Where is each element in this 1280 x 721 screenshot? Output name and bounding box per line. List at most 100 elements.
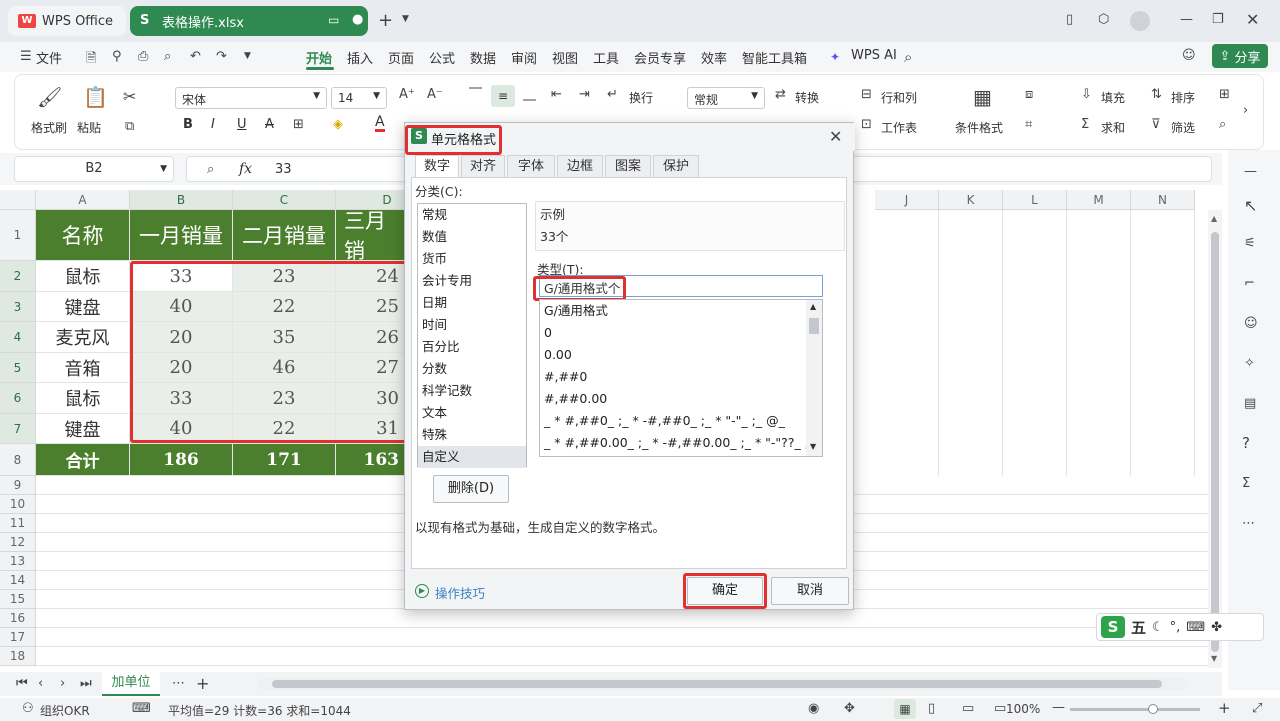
page-break-icon[interactable]: ▭ [962,701,974,716]
navigate-icon[interactable]: ✥ [844,701,855,716]
name-cell[interactable]: 麦克风 [36,322,130,353]
format-painter-button[interactable]: 格式刷 [31,119,67,136]
border-icon[interactable]: ⊞ [293,117,304,132]
row-header[interactable]: 15 [0,590,36,609]
header-cell[interactable]: 一月销量 [130,210,233,261]
row-header[interactable]: 2 [0,261,36,292]
zoom-out-icon[interactable]: — [1052,700,1065,715]
category-item[interactable]: 会计专用 [418,270,526,292]
column-header[interactable]: M [1067,190,1131,210]
increase-font-icon[interactable]: A⁺ [399,87,415,102]
keyboard-icon[interactable]: ⌨ [1186,620,1205,635]
filter-button[interactable]: 筛选 [1171,119,1195,136]
search-icon[interactable]: ⌕ [904,48,912,66]
category-item[interactable]: 科学记数 [418,380,526,402]
undo-icon[interactable]: ↶ [190,49,201,64]
tab-page[interactable]: 页面 [388,48,414,67]
select-all-corner[interactable] [0,190,36,210]
tab-display-icon[interactable]: ▭ [328,13,339,27]
column-header[interactable]: N [1131,190,1195,210]
column-header[interactable]: B [130,190,233,210]
row-header[interactable]: 14 [0,571,36,590]
sheet-tab-active[interactable]: 加单位 [102,672,160,696]
fill-icon[interactable]: ⇩ [1081,87,1092,102]
zoom-icon[interactable]: ⌕ [207,162,214,177]
cut-icon[interactable]: ✂ [123,87,136,106]
category-list[interactable]: 常规 数值 货币 会计专用 日期 时间 百分比 分数 科学记数 文本 特殊 自定义 [417,203,527,468]
ime-mode-label[interactable]: 五 [1131,617,1146,638]
zoom-level[interactable]: 100% [1006,702,1040,716]
category-item[interactable]: 货币 [418,248,526,270]
font-size-select[interactable]: 14 ▼ [331,87,387,109]
worksheet-button[interactable]: 工作表 [881,119,917,136]
wps-ai-icon[interactable]: ✦ [830,50,840,64]
column-header[interactable]: C [233,190,336,210]
macro-icon[interactable]: ⌨ [132,701,151,716]
org-okr-link[interactable]: 组织OKR [40,702,90,719]
more-chevron-icon[interactable]: ▼ [244,51,251,61]
tab-tools[interactable]: 工具 [593,48,619,67]
row-header[interactable]: 17 [0,628,36,647]
format-item[interactable]: 0 [540,322,806,344]
convert-button[interactable]: 转换 [795,89,819,106]
align-bottom-icon[interactable]: ⎽ [523,87,536,102]
row-header[interactable]: 13 [0,552,36,571]
format-item[interactable]: _ * #,##0_ ;_ * -#,##0_ ;_ * "-"_ ;_ @_ [540,410,806,432]
format-list-thumb[interactable] [809,318,819,334]
rows-cols-button[interactable]: 行和列 [881,89,917,106]
scrollbar-thumb[interactable] [1211,232,1219,652]
header-cell[interactable]: 三月销 [336,210,406,261]
layout-icon[interactable]: ▯ [1066,12,1073,27]
share-button[interactable]: ⇪ 分享 [1212,44,1268,68]
category-item[interactable]: 时间 [418,314,526,336]
print-icon[interactable]: ⎙ [138,49,148,64]
h-scrollbar-thumb[interactable] [272,680,1162,688]
paste-button[interactable]: 粘贴 [77,119,101,136]
align-top-icon[interactable]: ⎺ [469,87,482,102]
new-tab-icon[interactable]: + [378,10,393,31]
freeze-icon[interactable]: ⊞ [1219,87,1230,102]
tab-member[interactable]: 会员专享 [634,48,686,67]
tab-efficiency[interactable]: 效率 [701,48,727,67]
row-header[interactable]: 6 [0,383,36,414]
align-middle-icon[interactable]: ≡ [491,85,515,107]
tab-font[interactable]: 字体 [507,155,555,177]
settings-grid-icon[interactable]: ✤ [1211,620,1222,635]
format-painter-icon[interactable]: 🖌 [37,85,62,109]
tab-insert[interactable]: 插入 [347,48,373,67]
eye-protect-icon[interactable]: ◉ [808,701,819,716]
file-tab[interactable]: S 表格操作.xlsx ▭ ● [130,6,368,36]
sum-icon[interactable]: Σ [1081,117,1089,132]
first-sheet-icon[interactable]: ⏮ [16,676,28,691]
scroll-up-icon[interactable]: ▲ [810,302,816,311]
scroll-down-icon[interactable]: ▼ [1211,654,1217,663]
punctuation-icon[interactable]: °, [1170,620,1181,635]
column-header[interactable]: L [1003,190,1067,210]
fill-color-icon[interactable]: ◈ [333,117,343,132]
row-header[interactable]: 1 [0,210,36,261]
header-cell[interactable]: 二月销量 [233,210,336,261]
row-header[interactable]: 4 [0,322,36,353]
restore-icon[interactable]: ❐ [1212,12,1224,27]
scroll-up-icon[interactable]: ▲ [1211,214,1217,223]
minimize-icon[interactable]: — [1180,12,1193,27]
tab-number[interactable]: 数字 [415,155,459,177]
category-item[interactable]: 特殊 [418,424,526,446]
formula-sum-icon[interactable]: Σ [1242,476,1250,491]
cell-icon[interactable]: ⌗ [1025,117,1032,132]
category-item[interactable]: 自定义 [418,446,526,468]
fill-button[interactable]: 填充 [1101,89,1125,106]
close-icon[interactable]: ✕ [1246,10,1259,29]
ime-toolbar[interactable]: S 五 ☾ °, ⌨ ✤ [1096,613,1264,641]
reading-view-icon[interactable]: ▭ [994,701,1006,716]
avatar[interactable] [1130,11,1150,31]
play-icon[interactable]: ▶ [415,584,429,598]
column-header[interactable]: J [875,190,939,210]
fullscreen-icon[interactable]: ⤢ [1252,701,1262,716]
format-list-scrollbar[interactable]: ▲ ▼ [806,300,822,456]
indent-decrease-icon[interactable]: ⇤ [551,87,562,102]
total-cell[interactable]: 186 [130,444,233,476]
row-header[interactable]: 5 [0,353,36,383]
next-sheet-icon[interactable]: › [60,676,65,691]
name-cell[interactable]: 键盘 [36,414,130,444]
